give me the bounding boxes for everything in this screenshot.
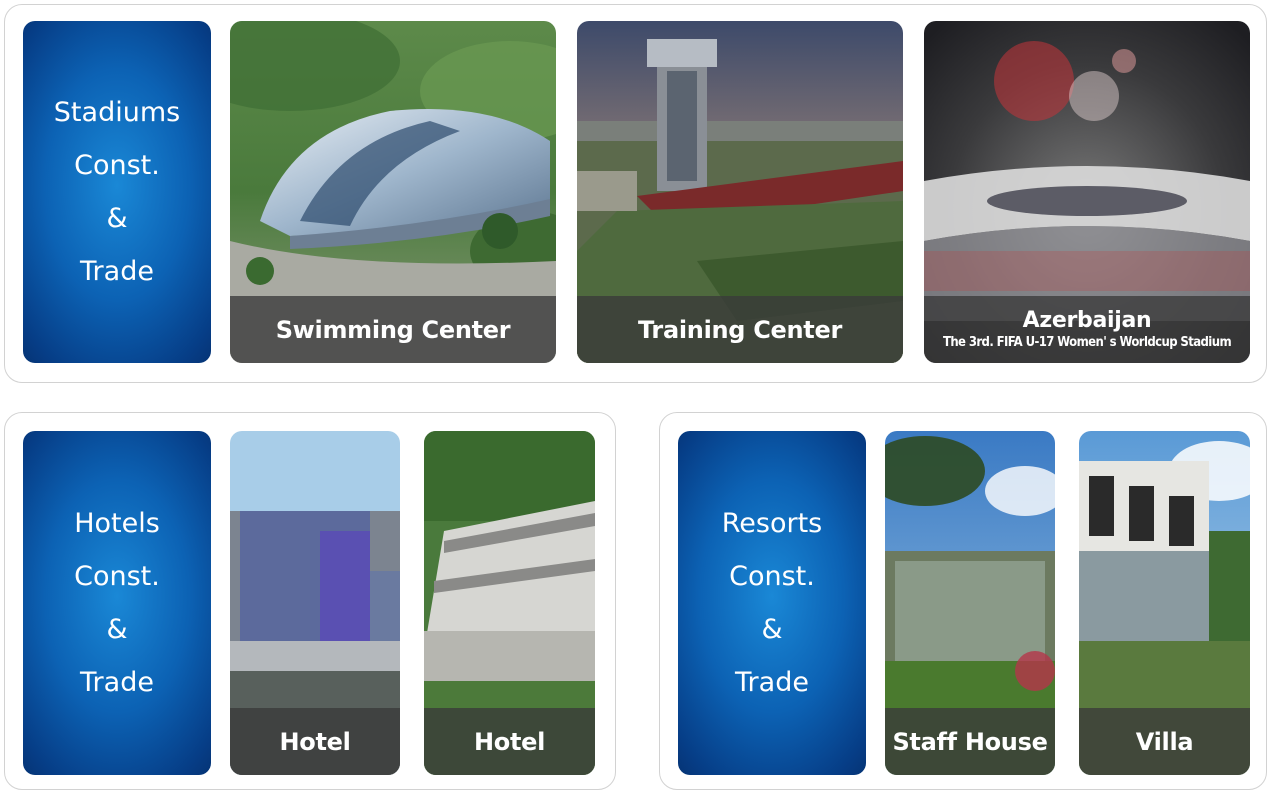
swimming-center-tile[interactable]: Swimming Center [230,21,556,363]
tile-caption: Hotel [279,727,351,756]
tile-caption: Swimming Center [275,315,511,344]
caption-bar: Azerbaijan The 3rd. FIFA U-17 Women' s W… [924,296,1250,363]
label-line: & [761,614,783,645]
label-line: & [106,614,128,645]
label-line: Trade [80,256,154,287]
caption-bar: Hotel [424,708,595,775]
tile-caption: Azerbaijan [1022,308,1152,333]
label-line: & [106,203,128,234]
label-line: Const. [74,150,160,181]
caption-bar: Training Center [577,296,903,363]
hotels-label-card: Hotels Const. & Trade [23,431,211,775]
hotel-tile-2[interactable]: Hotel [424,431,595,775]
caption-bar: Hotel [230,708,400,775]
villa-tile[interactable]: Villa [1079,431,1250,775]
tile-caption: Hotel [473,727,546,756]
caption-bar: Villa [1079,708,1250,775]
stadiums-label-card: Stadiums Const. & Trade [23,21,211,363]
label-line: Trade [735,667,809,698]
hotel-tile-1[interactable]: Hotel [230,431,400,775]
label-line: Const. [729,561,815,592]
label-line: Const. [74,561,160,592]
azerbaijan-stadium-tile[interactable]: Azerbaijan The 3rd. FIFA U-17 Women' s W… [924,21,1250,363]
tile-subcaption: The 3rd. FIFA U-17 Women' s Worldcup Sta… [942,335,1232,350]
label-line: Trade [80,667,154,698]
tile-caption: Training Center [638,315,842,344]
label-line: Stadiums [53,97,181,128]
training-center-tile[interactable]: Training Center [577,21,903,363]
resorts-label-card: Resorts Const. & Trade [678,431,866,775]
caption-bar: Swimming Center [230,296,556,363]
tile-caption: Staff House [892,727,1048,756]
label-line: Hotels [74,508,160,539]
staff-house-tile[interactable]: Staff House [885,431,1055,775]
label-line: Resorts [721,508,823,539]
tile-caption: Villa [1135,727,1194,756]
caption-bar: Staff House [885,708,1055,775]
